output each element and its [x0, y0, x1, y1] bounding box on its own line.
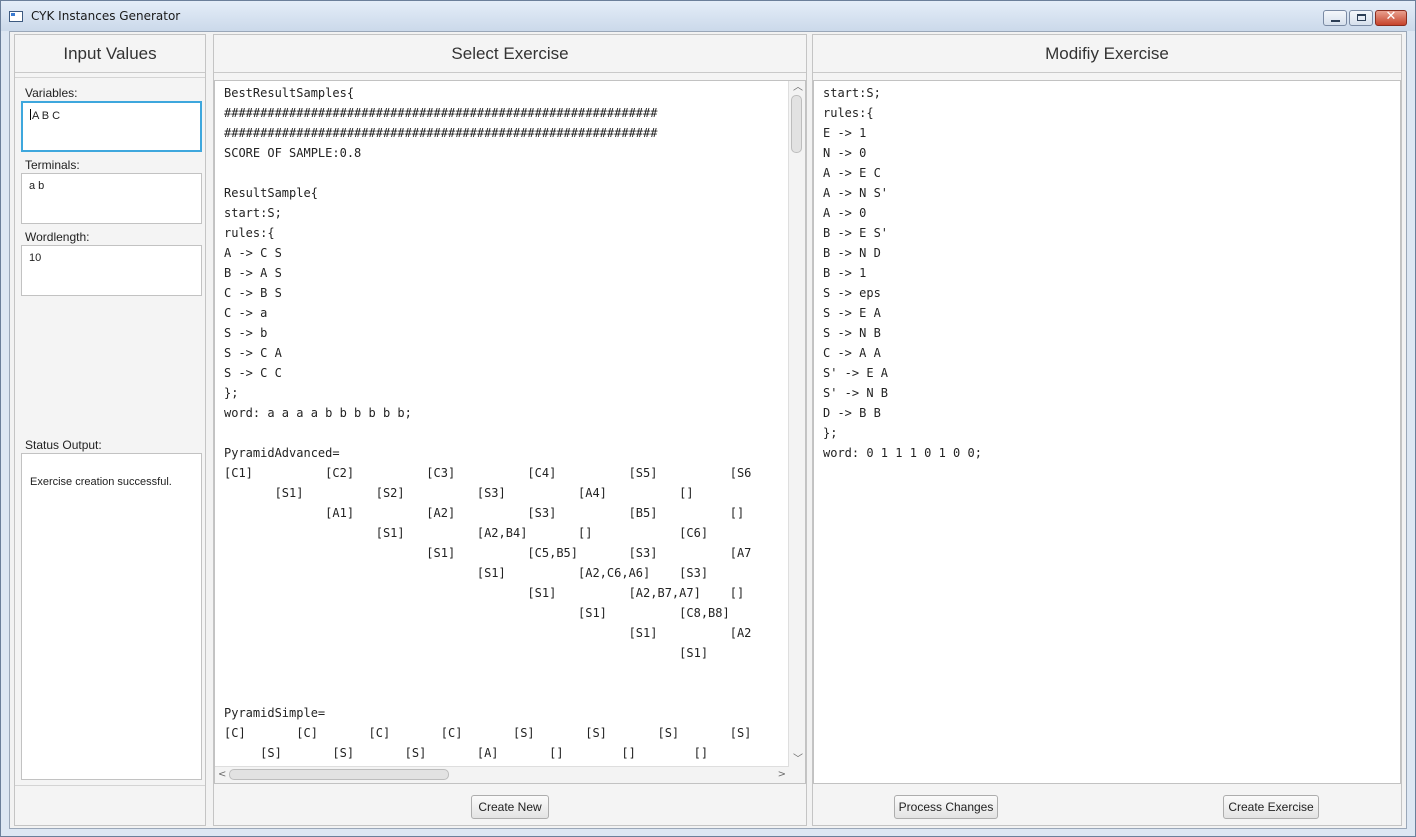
terminals-value: a b [29, 180, 45, 192]
scroll-left-icon[interactable]: < [218, 769, 226, 781]
close-button[interactable]: ✕ [1375, 9, 1407, 26]
window-title: CYK Instances Generator [31, 9, 181, 23]
minimize-button[interactable] [1323, 10, 1347, 26]
status-output-label: Status Output: [25, 438, 102, 452]
modify-exercise-text-area[interactable]: start:S; rules:{ E -> 1 N -> 0 A -> E C … [813, 80, 1401, 784]
modify-exercise-content: start:S; rules:{ E -> 1 N -> 0 A -> E C … [823, 86, 982, 460]
create-exercise-button[interactable]: Create Exercise [1223, 795, 1319, 819]
wordlength-label: Wordlength: [25, 230, 90, 244]
scroll-right-icon[interactable]: > [778, 769, 786, 781]
maximize-icon [1357, 14, 1366, 21]
select-exercise-content: BestResultSamples{ #####################… [224, 86, 752, 780]
process-changes-button[interactable]: Process Changes [894, 795, 998, 819]
horizontal-scrollbar[interactable]: < > [215, 766, 789, 783]
title-bar[interactable]: CYK Instances Generator ✕ [1, 1, 1415, 31]
select-exercise-title: Select Exercise [214, 35, 806, 73]
main-content: Input Values Variables: A B C Terminals:… [9, 31, 1407, 829]
variables-value: A B C [32, 110, 61, 122]
scroll-corner [789, 767, 805, 783]
modify-exercise-title: Modifiy Exercise [813, 35, 1401, 73]
minimize-icon [1331, 20, 1340, 22]
wordlength-input[interactable]: 10 [21, 245, 202, 296]
scroll-down-icon[interactable]: ﹀ [793, 754, 803, 766]
maximize-button[interactable] [1349, 10, 1373, 26]
variables-input[interactable]: A B C [21, 101, 202, 152]
status-text: Exercise creation successful. [30, 476, 172, 488]
close-icon: ✕ [1385, 9, 1397, 24]
horizontal-scroll-thumb[interactable] [229, 769, 449, 780]
scroll-up-icon[interactable]: ︿ [793, 82, 803, 94]
vertical-scroll-thumb[interactable] [791, 95, 802, 153]
variables-label: Variables: [25, 86, 78, 100]
app-window-icon [9, 11, 23, 22]
text-caret [30, 109, 31, 120]
app-window: CYK Instances Generator ✕ Input Values V… [0, 0, 1416, 837]
status-output: Exercise creation successful. [21, 453, 202, 780]
vertical-scrollbar[interactable]: ︿ ﹀ [788, 81, 805, 767]
create-new-button[interactable]: Create New [471, 795, 549, 819]
terminals-input[interactable]: a b [21, 173, 202, 224]
input-values-title: Input Values [15, 35, 205, 73]
wordlength-value: 10 [29, 252, 42, 264]
window-controls: ✕ [1321, 9, 1407, 28]
terminals-label: Terminals: [25, 158, 80, 172]
select-exercise-text-area[interactable]: BestResultSamples{ #####################… [214, 80, 806, 784]
